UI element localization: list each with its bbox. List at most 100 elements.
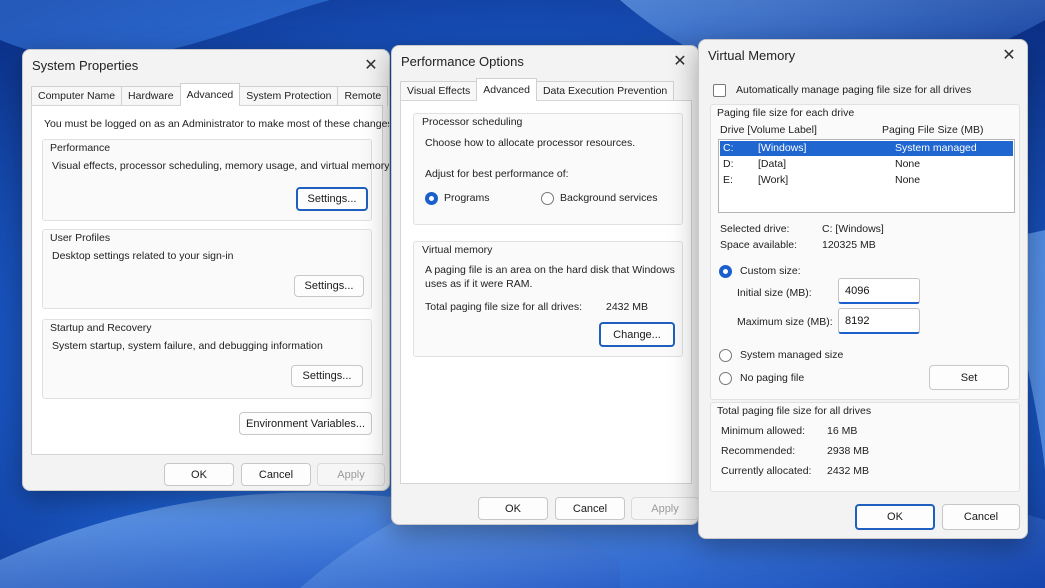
space-available-value: 120325 MB xyxy=(822,239,876,251)
column-size: Paging File Size (MB) xyxy=(882,124,984,136)
drive-size: None xyxy=(895,174,921,186)
initial-size-label: Initial size (MB): xyxy=(737,287,812,299)
close-icon[interactable]: ✕ xyxy=(999,46,1019,66)
total-paging-group: Total paging file size for all drives Mi… xyxy=(710,402,1020,492)
tab-bar: Visual Effects Advanced Data Execution P… xyxy=(400,78,675,101)
drive-letter: C: xyxy=(723,142,734,154)
virtual-memory-desc-1: A paging file is an area on the hard dis… xyxy=(425,264,675,276)
virtual-memory-group: Virtual memory A paging file is an area … xyxy=(413,241,683,357)
selected-drive-value: C: [Windows] xyxy=(822,223,884,235)
recommended-label: Recommended: xyxy=(721,445,796,457)
maximum-size-input[interactable] xyxy=(838,308,920,334)
system-properties-window: System Properties ✕ Computer Name Hardwa… xyxy=(22,49,390,491)
drive-letter: D: xyxy=(723,158,734,170)
apply-button[interactable]: Apply xyxy=(631,497,698,520)
no-paging-file-label: No paging file xyxy=(740,372,805,384)
paging-file-title: Paging file size for each drive xyxy=(717,107,855,119)
custom-size-label: Custom size: xyxy=(740,265,801,277)
space-available-label: Space available: xyxy=(720,239,798,251)
auto-manage-label: Automatically manage paging file size fo… xyxy=(736,84,972,96)
processor-scheduling-desc: Choose how to allocate processor resourc… xyxy=(425,137,636,149)
programs-radio[interactable] xyxy=(425,192,438,205)
no-paging-file-radio[interactable] xyxy=(719,372,732,385)
window-title: Virtual Memory xyxy=(708,48,796,63)
virtual-memory-title: Virtual memory xyxy=(422,244,493,256)
ok-button[interactable]: OK xyxy=(478,497,548,520)
total-paging-label: Total paging file size for all drives: xyxy=(425,301,582,313)
ok-button[interactable]: OK xyxy=(164,463,234,486)
startup-recovery-group: Startup and Recovery System startup, sys… xyxy=(42,319,372,399)
drive-label: [Work] xyxy=(758,174,789,186)
startup-recovery-title: Startup and Recovery xyxy=(50,322,152,334)
tab-bar: Computer Name Hardware Advanced System P… xyxy=(31,83,389,106)
tab-remote[interactable]: Remote xyxy=(337,86,389,106)
minimum-allowed-label: Minimum allowed: xyxy=(721,425,806,437)
window-title: System Properties xyxy=(32,58,139,73)
close-icon[interactable]: ✕ xyxy=(361,56,381,76)
performance-settings-button[interactable]: Settings... xyxy=(296,187,368,211)
cancel-button[interactable]: Cancel xyxy=(555,497,625,520)
custom-size-radio[interactable] xyxy=(719,265,732,278)
tab-panel: Processor scheduling Choose how to alloc… xyxy=(400,100,692,484)
virtual-memory-window: Virtual Memory ✕ Automatically manage pa… xyxy=(698,39,1028,539)
drive-size: System managed xyxy=(895,142,977,154)
background-services-label: Background services xyxy=(560,192,658,204)
performance-title: Performance xyxy=(50,142,111,154)
apply-button[interactable]: Apply xyxy=(317,463,385,486)
drive-size: None xyxy=(895,158,921,170)
processor-scheduling-title: Processor scheduling xyxy=(422,116,523,128)
column-drive: Drive [Volume Label] xyxy=(720,124,817,136)
tab-visual-effects[interactable]: Visual Effects xyxy=(400,81,478,101)
tab-data-execution-prevention[interactable]: Data Execution Prevention xyxy=(535,81,675,101)
user-profiles-group: User Profiles Desktop settings related t… xyxy=(42,229,372,309)
maximum-size-label: Maximum size (MB): xyxy=(737,316,833,328)
tab-system-protection[interactable]: System Protection xyxy=(239,86,339,106)
initial-size-input[interactable] xyxy=(838,278,920,304)
user-profiles-desc: Desktop settings related to your sign-in xyxy=(52,250,234,262)
background-services-radio[interactable] xyxy=(541,192,554,205)
cancel-button[interactable]: Cancel xyxy=(241,463,311,486)
system-managed-radio[interactable] xyxy=(719,349,732,362)
total-paging-value: 2432 MB xyxy=(606,301,649,313)
tab-advanced[interactable]: Advanced xyxy=(179,83,241,106)
startup-recovery-desc: System startup, system failure, and debu… xyxy=(52,340,323,352)
minimum-allowed-value: 16 MB xyxy=(827,425,858,437)
drive-row-c[interactable]: C: [Windows] System managed xyxy=(720,141,1013,156)
programs-label: Programs xyxy=(444,192,490,204)
environment-variables-button[interactable]: Environment Variables... xyxy=(239,412,372,435)
paging-file-group: Paging file size for each drive Drive [V… xyxy=(710,104,1020,400)
ok-button[interactable]: OK xyxy=(855,504,935,530)
drive-label: [Data] xyxy=(758,158,787,170)
currently-allocated-label: Currently allocated: xyxy=(721,465,812,477)
drive-list[interactable]: C: [Windows] System managed D: [Data] No… xyxy=(718,139,1015,213)
user-profiles-title: User Profiles xyxy=(50,232,111,244)
change-button[interactable]: Change... xyxy=(599,322,675,347)
adjust-label: Adjust for best performance of: xyxy=(425,168,569,180)
drive-row-d[interactable]: D: [Data] None xyxy=(720,157,1013,172)
tab-hardware[interactable]: Hardware xyxy=(121,86,181,106)
set-button[interactable]: Set xyxy=(929,365,1009,390)
tab-advanced[interactable]: Advanced xyxy=(476,78,537,101)
tab-panel: You must be logged on as an Administrato… xyxy=(31,105,389,455)
performance-desc: Visual effects, processor scheduling, me… xyxy=(52,160,390,172)
processor-scheduling-group: Processor scheduling Choose how to alloc… xyxy=(413,113,683,225)
startup-recovery-settings-button[interactable]: Settings... xyxy=(291,365,363,387)
drive-letter: E: xyxy=(723,174,733,186)
drive-label: [Windows] xyxy=(758,142,807,154)
close-icon[interactable]: ✕ xyxy=(670,52,690,72)
performance-options-window: Performance Options ✕ Visual Effects Adv… xyxy=(391,45,699,525)
selected-drive-label: Selected drive: xyxy=(720,223,790,235)
drive-row-e[interactable]: E: [Work] None xyxy=(720,173,1013,188)
system-managed-label: System managed size xyxy=(740,349,844,361)
currently-allocated-value: 2432 MB xyxy=(827,465,870,477)
recommended-value: 2938 MB xyxy=(827,445,870,457)
total-paging-title: Total paging file size for all drives xyxy=(717,405,872,417)
performance-group: Performance Visual effects, processor sc… xyxy=(42,139,389,221)
window-title: Performance Options xyxy=(401,54,524,69)
user-profiles-settings-button[interactable]: Settings... xyxy=(294,275,364,297)
tab-computer-name[interactable]: Computer Name xyxy=(31,86,123,106)
admin-note: You must be logged on as an Administrato… xyxy=(44,118,390,130)
auto-manage-checkbox[interactable] xyxy=(713,84,726,97)
virtual-memory-desc-2: uses as if it were RAM. xyxy=(425,278,533,290)
cancel-button[interactable]: Cancel xyxy=(942,504,1020,530)
